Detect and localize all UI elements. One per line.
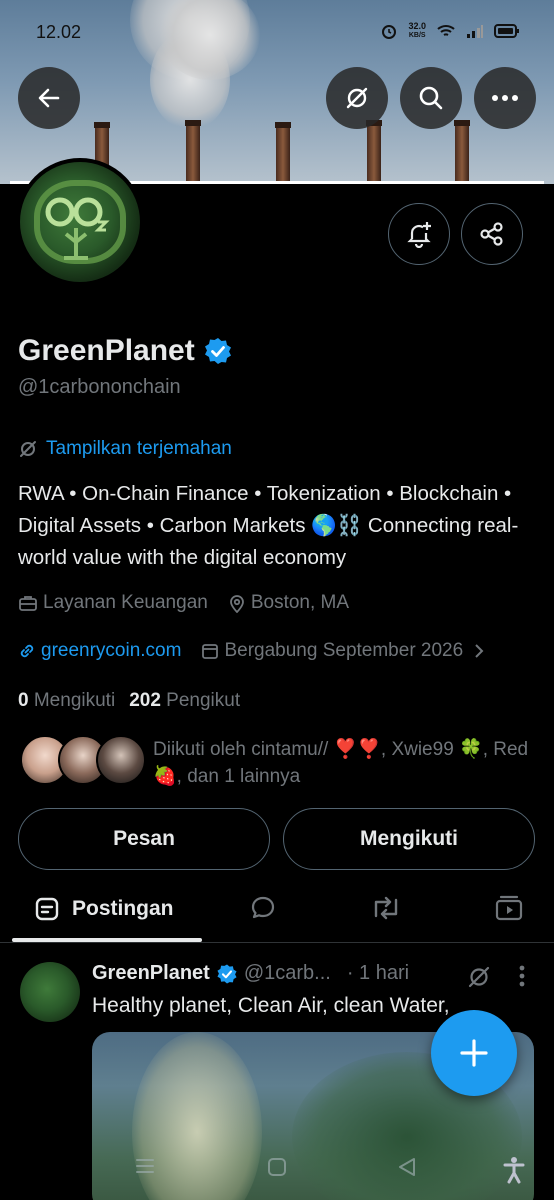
more-button[interactable] (474, 67, 536, 129)
location-item: Boston, MA (228, 592, 349, 614)
tab-posts-label: Postingan (72, 897, 174, 920)
profile-name-row: GreenPlanet (18, 334, 233, 368)
more-dots-icon (492, 95, 518, 101)
post-author-handle: @1carb... (243, 962, 331, 984)
follower-avatar (96, 735, 146, 785)
tab-media-icon[interactable] (494, 894, 524, 922)
signal-icon (467, 25, 483, 38)
network-speed: 32.0 KB/S (408, 22, 426, 40)
post-more-icon[interactable] (518, 964, 526, 988)
post-text: Healthy planet, Clean Air, clean Water, (92, 994, 450, 1017)
profile-name: GreenPlanet (18, 334, 195, 367)
posts-icon (35, 897, 59, 921)
banner-chimney (366, 120, 382, 184)
post-author-avatar[interactable] (20, 962, 80, 1022)
speed-unit: KB/S (408, 32, 426, 39)
translate-icon (346, 87, 368, 109)
plus-icon (460, 1039, 488, 1067)
tabs-divider (0, 942, 554, 943)
battery-icon (494, 24, 519, 38)
verified-badge-icon[interactable] (203, 336, 233, 366)
home-icon[interactable] (266, 1156, 288, 1178)
profile-meta-row: Layanan Keuangan Boston, MA (18, 592, 369, 614)
verified-badge-icon (217, 963, 237, 984)
followers-count: 202 (129, 690, 161, 711)
status-time: 12.02 (36, 22, 82, 42)
tab-reposts-icon[interactable] (370, 894, 402, 922)
back-button[interactable] (18, 67, 80, 129)
chevron-right-icon (475, 644, 484, 658)
compose-post-button[interactable] (431, 1010, 517, 1096)
followers-label: Pengikut (166, 690, 241, 711)
speed-value: 32.0 (408, 21, 426, 31)
post-author-name[interactable]: GreenPlanet (92, 962, 210, 985)
post-time: · 1 hari (346, 962, 410, 984)
search-icon (419, 86, 443, 110)
co2-tree-logo (45, 197, 110, 260)
show-translation-link[interactable]: Tampilkan terjemahan (18, 438, 232, 460)
translate-icon[interactable] (466, 964, 492, 990)
following-link[interactable]: 0 Mengikuti (18, 690, 115, 712)
system-nav-bar (0, 1140, 554, 1200)
back-arrow-icon (38, 88, 60, 108)
banner-chimney (275, 122, 291, 184)
briefcase-icon (19, 596, 37, 611)
wifi-icon (437, 25, 455, 36)
profile-location: Boston, MA (250, 592, 350, 613)
translate-icon (20, 441, 36, 457)
followers-link[interactable]: 202 Pengikut (129, 690, 240, 712)
profile-joined: Bergabung September 2026 (224, 640, 464, 661)
profile-tabs: Postingan (0, 876, 554, 942)
profile-category: Layanan Keuangan (43, 592, 208, 613)
notifications-subscribe-button[interactable] (388, 203, 450, 265)
joined-item[interactable]: Bergabung September 2026 (201, 640, 486, 662)
profile-avatar[interactable] (16, 158, 144, 286)
message-button[interactable]: Pesan (18, 808, 270, 870)
profile-bio: RWA • On-Chain Finance • Tokenization • … (18, 482, 519, 569)
banner-chimney (185, 120, 201, 184)
share-button[interactable] (461, 203, 523, 265)
link-icon (20, 644, 34, 658)
translate-label: Tampilkan terjemahan (46, 438, 232, 459)
tab-posts[interactable]: Postingan (12, 876, 202, 942)
search-button[interactable] (400, 67, 462, 129)
back-nav-icon[interactable] (396, 1156, 418, 1178)
profile-meta-row-2: greenrycoin.com Bergabung September 2026 (18, 640, 506, 662)
category-item: Layanan Keuangan (18, 592, 208, 614)
profile-website-link[interactable]: greenrycoin.com (41, 640, 181, 662)
avatar-image (20, 162, 140, 282)
tab-replies-icon[interactable] (249, 894, 277, 922)
post-header: GreenPlanet @1carb... · 1 hari (92, 962, 409, 985)
status-bar: 12.02 32.0 KB/S (0, 0, 554, 66)
banner-chimney (454, 120, 470, 184)
following-count: 0 (18, 690, 29, 711)
calendar-icon (202, 644, 219, 659)
website-item[interactable]: greenrycoin.com (18, 640, 181, 662)
bell-plus-icon (407, 222, 431, 248)
share-icon (480, 222, 503, 246)
following-label: Mengikuti (33, 690, 116, 711)
profile-handle: @1carbononchain (18, 376, 181, 398)
recent-apps-icon[interactable] (134, 1156, 156, 1176)
location-pin-icon (229, 595, 244, 613)
status-icons: 32.0 KB/S (380, 22, 520, 40)
translate-toggle-button[interactable] (326, 67, 388, 129)
following-button[interactable]: Mengikuti (283, 808, 535, 870)
accessibility-icon[interactable] (502, 1156, 526, 1184)
followed-by-text[interactable]: Diikuti oleh cintamu// ❣️❣️, Xwie99 🍀, R… (153, 736, 533, 790)
followed-by-avatars[interactable] (20, 735, 146, 785)
alarm-icon (382, 25, 397, 39)
follow-counts: 0 Mengikuti 202 Pengikut (18, 690, 240, 712)
